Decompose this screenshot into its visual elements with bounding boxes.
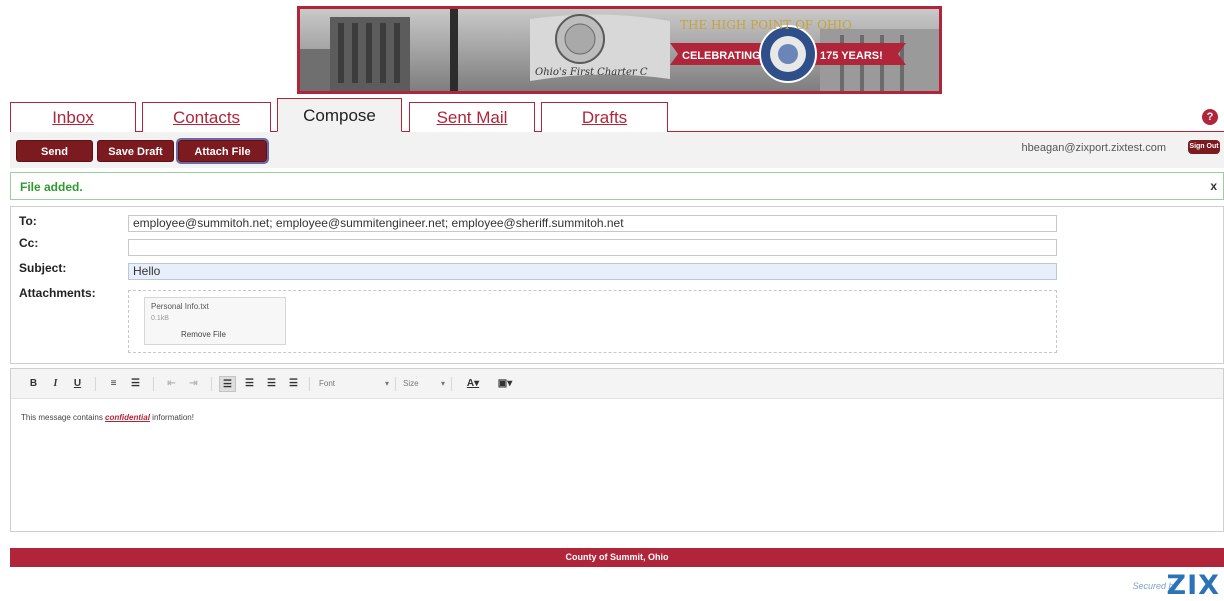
message-editor: B I U ≡ ☰ ⇤ ⇥ ☰ ☰ ☰ ☰ Font ▾ Size ▾ A▾ ▣… (10, 368, 1224, 532)
tab-compose[interactable]: Compose (277, 98, 402, 132)
align-right-icon[interactable]: ☰ (263, 376, 280, 392)
footer-bar: County of Summit, Ohio (10, 548, 1224, 567)
attach-file-button[interactable]: Attach File (176, 138, 269, 164)
sign-out-button[interactable]: Sign Out (1188, 140, 1220, 154)
toolbar-divider (395, 377, 396, 391)
size-dropdown-label: Size (403, 379, 419, 388)
align-left-icon[interactable]: ☰ (219, 376, 236, 392)
cc-field[interactable] (128, 239, 1057, 256)
ordered-list-icon[interactable]: ≡ (105, 376, 122, 392)
ribbon-text-right: 175 YEARS! (820, 50, 883, 62)
compose-form: To: employee@summitoh.net; employee@summ… (10, 206, 1224, 364)
body-emphasis: confidential (105, 413, 150, 422)
chevron-down-icon: ▾ (440, 379, 445, 388)
chevron-down-icon: ▾ (384, 379, 389, 388)
unordered-list-icon[interactable]: ☰ (127, 376, 144, 392)
attachments-label: Attachments: (19, 286, 96, 300)
attachments-area: Personal Info.txt 0.1kB Remove File (128, 290, 1057, 353)
underline-button[interactable]: U (69, 376, 86, 392)
toolbar-divider (451, 377, 452, 391)
outdent-icon[interactable]: ⇤ (163, 376, 180, 392)
subject-label: Subject: (19, 261, 67, 275)
toolbar-divider (95, 377, 96, 391)
tab-bar: Inbox Contacts Compose Sent Mail Drafts (10, 98, 1224, 132)
background-color-icon[interactable]: ▣▾ (491, 376, 519, 392)
banner-script-text: Ohio's First Charter C (535, 67, 648, 78)
zix-logo: ZIX (1166, 570, 1220, 601)
align-center-icon[interactable]: ☰ (241, 376, 258, 392)
italic-button[interactable]: I (47, 376, 64, 392)
close-icon[interactable]: x (1210, 179, 1217, 193)
text-color-icon[interactable]: A▾ (459, 376, 487, 392)
send-button[interactable]: Send (16, 140, 93, 162)
body-text-start: This message contains (21, 413, 106, 422)
toolbar-divider (153, 377, 154, 391)
tab-inbox[interactable]: Inbox (10, 102, 136, 132)
ribbon-text-left: CELEBRATING (682, 50, 761, 62)
bold-button[interactable]: B (25, 376, 42, 392)
font-dropdown-label: Font (319, 379, 336, 388)
body-text-end: information! (149, 413, 194, 422)
secured-by-badge: Secured by ZIX (1090, 570, 1220, 601)
user-email: hbeagan@zixport.zixtest.com (1021, 142, 1166, 154)
status-notice: File added. x (10, 172, 1224, 200)
toolbar-divider (309, 377, 310, 391)
tab-drafts[interactable]: Drafts (541, 102, 668, 132)
banner-arc-text: THE HIGH POINT OF OHIO (680, 18, 852, 32)
font-dropdown[interactable]: Font ▾ (319, 376, 391, 392)
subject-field[interactable]: Hello (128, 263, 1057, 280)
size-dropdown[interactable]: Size ▾ (403, 376, 447, 392)
header-banner: CELEBRATING 175 YEARS! THE HIGH POINT OF… (297, 6, 942, 94)
editor-toolbar: B I U ≡ ☰ ⇤ ⇥ ☰ ☰ ☰ ☰ Font ▾ Size ▾ A▾ ▣… (11, 369, 1223, 399)
notice-text: File added. (20, 180, 83, 194)
attachment-card: Personal Info.txt 0.1kB Remove File (144, 297, 286, 345)
banner-image: CELEBRATING 175 YEARS! THE HIGH POINT OF… (300, 9, 939, 91)
tab-contacts[interactable]: Contacts (142, 102, 271, 132)
justify-icon[interactable]: ☰ (285, 376, 302, 392)
to-field[interactable]: employee@summitoh.net; employee@summiten… (128, 215, 1057, 232)
tab-sent-mail[interactable]: Sent Mail (409, 102, 535, 132)
message-body[interactable]: This message contains confidential infor… (21, 413, 194, 422)
attachment-size: 0.1kB (151, 315, 169, 322)
remove-file-link[interactable]: Remove File (181, 330, 226, 339)
cc-label: Cc: (19, 236, 39, 250)
to-label: To: (19, 214, 37, 228)
help-icon[interactable]: ? (1202, 109, 1218, 125)
compose-toolbar: Send Save Draft Attach File hbeagan@zixp… (10, 132, 1224, 168)
indent-icon[interactable]: ⇥ (185, 376, 202, 392)
save-draft-button[interactable]: Save Draft (97, 140, 174, 162)
toolbar-divider (211, 377, 212, 391)
attachment-name: Personal Info.txt (151, 302, 209, 311)
